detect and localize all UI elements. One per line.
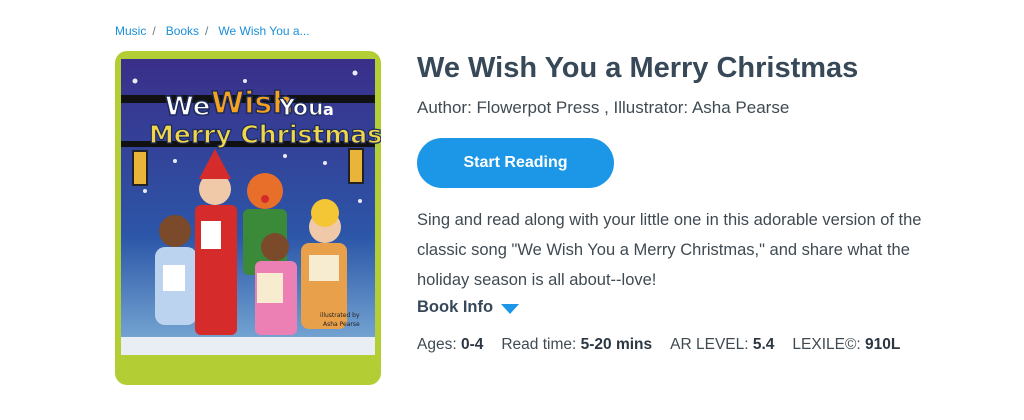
cover-title-we: We xyxy=(165,92,210,122)
cover-title-a: a xyxy=(323,100,334,119)
book-info-toggle[interactable]: Book Info xyxy=(417,298,520,317)
ar-level-label: AR LEVEL: xyxy=(670,336,749,353)
book-cover[interactable]: We Wish You a Merry Christmas illustrate… xyxy=(115,51,381,385)
ages-value: 0-4 xyxy=(460,336,484,353)
lexile-info: LEXILE©: 910L xyxy=(792,336,900,354)
book-description: Sing and read along with your little one… xyxy=(417,211,922,289)
start-reading-button[interactable]: Start Reading xyxy=(417,138,614,188)
ages-info: Ages: 0-4 xyxy=(417,336,483,354)
lexile-label: LEXILE©: xyxy=(792,336,861,353)
lexile-value: 910L xyxy=(865,336,901,353)
page-title: We Wish You a Merry Christmas xyxy=(417,52,859,84)
breadcrumb: Music / Books / We Wish You a... xyxy=(115,24,310,38)
book-info-label: Book Info xyxy=(417,298,494,316)
breadcrumb-books[interactable]: Books xyxy=(166,24,199,38)
readtime-value: 5-20 mins xyxy=(580,336,653,353)
ages-label: Ages: xyxy=(417,336,457,353)
ar-level-info: AR LEVEL: 5.4 xyxy=(670,336,774,354)
breadcrumb-separator: / xyxy=(205,24,209,38)
author-illustrator-line: Author: Flowerpot Press , Illustrator: A… xyxy=(417,98,790,117)
ar-level-value: 5.4 xyxy=(752,336,775,353)
book-cover-illustration: We Wish You a Merry Christmas illustrate… xyxy=(121,59,381,355)
breadcrumb-music[interactable]: Music xyxy=(115,24,146,38)
cover-title-merry-christmas: Merry Christmas xyxy=(149,120,381,149)
breadcrumb-current-book[interactable]: We Wish You a... xyxy=(218,24,309,38)
cover-credit-line2: Asha Pearse xyxy=(323,321,360,328)
caret-down-icon xyxy=(501,303,520,314)
readtime-info: Read time: 5-20 mins xyxy=(501,336,652,354)
cover-credit-line1: illustrated by xyxy=(320,312,360,319)
book-metadata: Ages: 0-4 Read time: 5-20 mins AR LEVEL:… xyxy=(417,336,900,354)
readtime-label: Read time: xyxy=(501,336,577,353)
breadcrumb-separator: / xyxy=(152,24,156,38)
cover-title-you: You xyxy=(278,96,324,121)
